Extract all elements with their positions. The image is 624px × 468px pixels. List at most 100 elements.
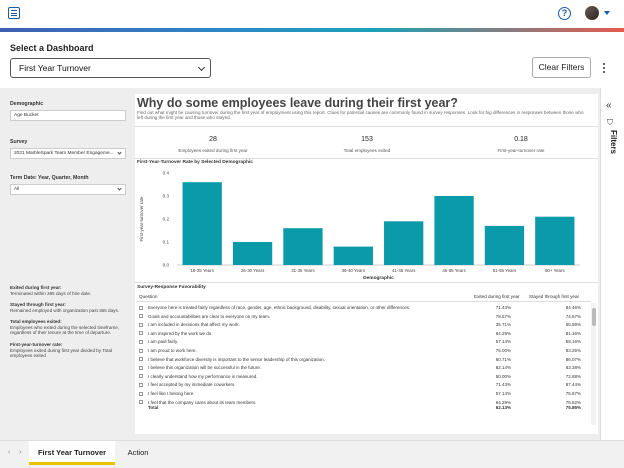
double-chevron-left-icon[interactable]: «: [606, 100, 612, 111]
avatar[interactable]: [585, 6, 599, 20]
definition-exited: Exited during first year: Terminated wit…: [10, 285, 128, 296]
tab-first-year-turnover[interactable]: First Year Turnover: [29, 441, 115, 465]
demographic-label: Demographic: [10, 101, 44, 107]
filters-rail-label[interactable]: Filters: [609, 130, 618, 154]
row-checkbox[interactable]: [139, 382, 143, 387]
stayed-cell: 75.67%: [565, 391, 581, 396]
question-cell: Goals and accountabilities are clear to …: [148, 313, 271, 319]
exited-cell: 64.29%: [495, 330, 511, 336]
question-cell: I believe this organization will be succ…: [148, 365, 262, 371]
bar-18-25-years: [182, 182, 222, 265]
demographic-select[interactable]: Age Bucket: [10, 110, 126, 121]
row-checkbox[interactable]: [139, 391, 143, 396]
bar-31-35-years: [283, 228, 323, 265]
divider: [135, 126, 598, 127]
exited-cell: 75.00%: [495, 348, 511, 353]
stayed-cell: 72.88%: [565, 373, 581, 379]
total-exited: 62.13%: [495, 405, 511, 411]
bar-26-30-years: [232, 242, 273, 265]
x-tick-label: 31-35 Years: [291, 268, 315, 273]
stayed-cell: 58.16%: [565, 339, 581, 345]
more-options-icon[interactable]: [603, 63, 606, 74]
column-header-question[interactable]: Question: [139, 294, 157, 299]
dashboard-select[interactable]: First Year Turnover: [10, 58, 211, 78]
tab-scroll-right-icon[interactable]: ›: [19, 449, 21, 456]
chevron-down-icon[interactable]: [604, 11, 610, 15]
scrollbar-thumb[interactable]: [591, 308, 596, 326]
row-checkbox[interactable]: [139, 339, 143, 344]
question-cell: I feel like I belong here.: [148, 391, 195, 396]
x-tick-label: 60+ Years: [545, 268, 565, 273]
row-checkbox[interactable]: [139, 348, 143, 353]
table-row[interactable]: I believe that workforce diversity is im…: [139, 356, 597, 365]
tab-action[interactable]: Action: [118, 441, 158, 465]
definition-title: Total employees exited:: [10, 319, 62, 324]
exited-cell: 57.14%: [495, 391, 511, 396]
definition-stayed: Stayed through first year: Remained empl…: [10, 302, 128, 313]
row-checkbox[interactable]: [139, 357, 143, 362]
table-scrollbar[interactable]: [591, 303, 596, 425]
stayed-cell: 83.38%: [565, 365, 581, 371]
kpi-value: 153: [361, 136, 373, 143]
exited-cell: 78.57%: [495, 313, 511, 319]
table-row[interactable]: Everyone here is treated fairly regardle…: [139, 304, 597, 313]
table-row[interactable]: I am included in decisions that affect m…: [139, 321, 597, 330]
row-checkbox[interactable]: [139, 322, 143, 327]
stayed-cell: 74.67%: [565, 313, 581, 319]
table-row[interactable]: I feel like I belong here. 57.14% 75.67%: [139, 390, 597, 399]
table-row[interactable]: I believe this organization will be succ…: [139, 364, 597, 373]
turnover-bar-chart: 0.0 0.1 0.2 0.3 0.4 First-year-turnover rate 1…: [139, 171, 580, 281]
table-row[interactable]: I am paid fairly. 57.14% 58.16%: [139, 338, 597, 347]
y-tick-label: 0.0: [163, 263, 170, 268]
stayed-cell: 83.25%: [565, 348, 581, 353]
kpi-label: Employees exited during first year: [178, 148, 248, 153]
column-header-stayed[interactable]: Stayed through first year: [529, 294, 579, 299]
definition-text: Employees exited during first year divid…: [10, 347, 113, 359]
exited-cell: 50.00%: [495, 373, 511, 379]
x-tick-label: 26-30 Years: [241, 268, 265, 273]
report-subtitle: Find out what might be causing turnover …: [137, 110, 584, 121]
divider: [135, 158, 598, 159]
row-checkbox[interactable]: [139, 314, 143, 319]
stayed-cell: 84.46%: [565, 305, 581, 310]
definition-rate: First-year-turnover rate: Employees exit…: [10, 342, 128, 359]
kpi-exited-first-year: 28 Employees exited during first year: [143, 136, 283, 153]
definition-title: Exited during first year:: [10, 285, 62, 290]
table-row[interactable]: I am inspired by the work we do. 64.29% 81…: [139, 330, 597, 339]
term-date-select[interactable]: All: [10, 184, 126, 195]
survey-select[interactable]: 2021 MarbleSpark Team Member Engageme...: [10, 148, 126, 159]
y-tick-label: 0.3: [163, 194, 170, 199]
clear-filters-button[interactable]: Clear Filters: [532, 57, 591, 78]
stayed-cell: 55.59%: [565, 322, 581, 328]
table-row[interactable]: Goals and accountabilities are clear to …: [139, 313, 597, 322]
table-row[interactable]: I am proud to work here. 75.00% 83.25%: [139, 347, 597, 356]
chevron-down-icon: [117, 186, 122, 191]
filter-icon[interactable]: ⛉: [607, 118, 613, 128]
row-checkbox[interactable]: [139, 305, 143, 310]
column-header-exited[interactable]: Exited during first year: [474, 294, 520, 299]
table-row[interactable]: I feel accepted by my immediate coworker…: [139, 381, 597, 390]
row-checkbox[interactable]: [139, 365, 143, 370]
report-title: Why do some employees leave during their…: [137, 96, 458, 110]
kpi-label: First-year-turnover rate: [497, 148, 545, 153]
bar-46-55-years: [434, 196, 474, 265]
definition-title: Stayed through first year:: [10, 302, 66, 307]
x-tick-label: 36-40 Years: [342, 268, 366, 273]
table-row[interactable]: I clearly understand how my performance …: [139, 373, 597, 382]
x-tick-label: 46-55 Years: [442, 268, 466, 273]
chevron-down-icon: [117, 150, 122, 155]
survey-label: Survey: [10, 139, 28, 145]
menu-icon[interactable]: [8, 7, 20, 19]
stayed-cell: 87.44%: [565, 382, 581, 388]
row-checkbox[interactable]: [139, 331, 143, 336]
question-cell: I am paid fairly.: [148, 339, 179, 345]
tab-scroll-left-icon[interactable]: ‹: [8, 449, 10, 456]
total-stayed: 75.85%: [565, 405, 581, 411]
question-cell: I believe that workforce diversity is im…: [148, 356, 325, 362]
row-checkbox[interactable]: [139, 374, 143, 379]
question-cell: I clearly understand how my performance …: [148, 373, 258, 379]
definition-text: Terminated within 365 days of hire date.: [10, 290, 92, 296]
help-icon[interactable]: ?: [558, 7, 571, 20]
kpi-value: 28: [209, 136, 217, 143]
y-tick-label: 0.4: [163, 171, 170, 176]
